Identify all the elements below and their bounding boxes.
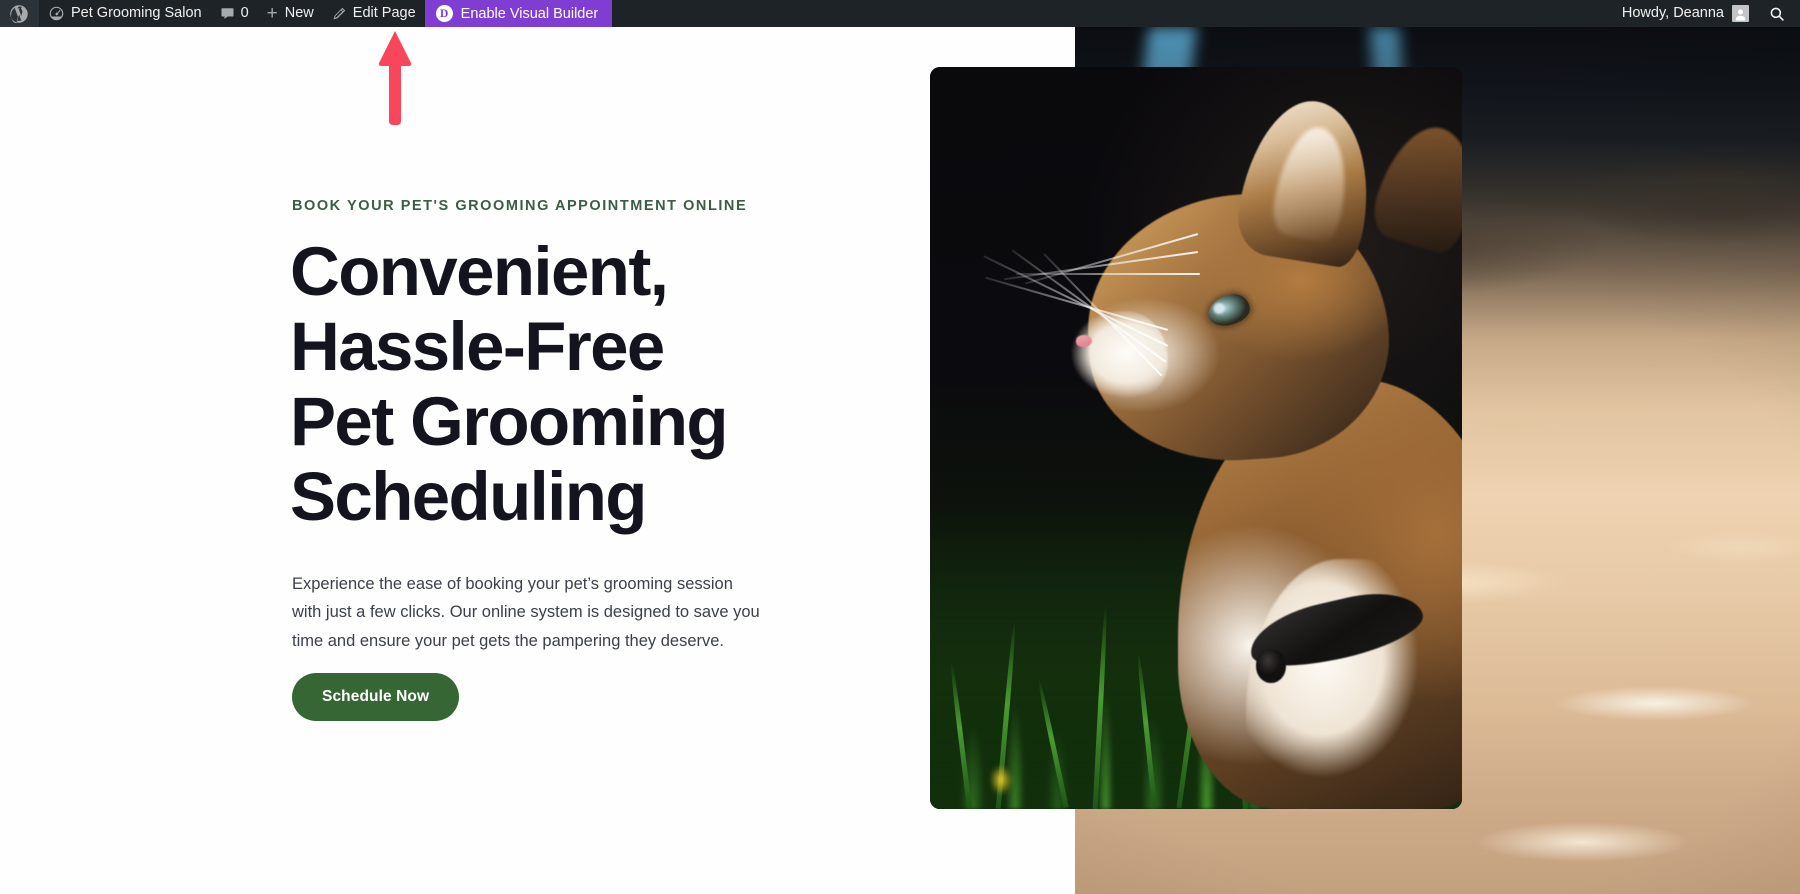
cat-portrait-photo	[930, 67, 1462, 809]
browser-page: BOOK YOUR PET'S GROOMING APPOINTMENT ONL…	[0, 0, 1800, 894]
pencil-icon	[332, 6, 347, 21]
enable-visual-builder-label: Enable Visual Builder	[460, 5, 599, 22]
wordpress-logo-icon	[9, 4, 29, 24]
hero-white-panel-bottom	[0, 770, 1075, 894]
wp-admin-bar: Pet Grooming Salon 0 + New Edit Page D E…	[0, 0, 1800, 27]
wordpress-logo-button[interactable]	[0, 0, 39, 27]
edit-page-link[interactable]: Edit Page	[323, 0, 425, 27]
dashboard-speedometer-icon	[48, 5, 65, 22]
schedule-now-button[interactable]: Schedule Now	[292, 673, 460, 721]
divi-logo-icon: D	[435, 5, 453, 22]
comment-bubble-icon	[220, 6, 235, 21]
dandelion-flower	[990, 765, 1012, 795]
edit-page-label: Edit Page	[352, 5, 416, 22]
cat-subject	[983, 83, 1462, 809]
comments-menu[interactable]: 0	[211, 0, 258, 27]
howdy-label: Howdy, Deanna	[1621, 5, 1724, 22]
cat-collar-bell	[1256, 649, 1286, 683]
new-label: New	[284, 5, 314, 22]
admin-bar-spacer	[612, 0, 1610, 27]
comments-count: 0	[240, 5, 249, 22]
cat-whisker	[1016, 273, 1200, 275]
hero-paragraph: Experience the ease of booking your pet’…	[292, 575, 760, 650]
site-name-label: Pet Grooming Salon	[71, 5, 202, 22]
cat-photo-scene	[930, 67, 1462, 809]
page-title: Convenient, Hassle-Free Pet Grooming Sch…	[290, 233, 729, 535]
hero-eyebrow: BOOK YOUR PET'S GROOMING APPOINTMENT ONL…	[292, 198, 748, 214]
avatar	[1732, 5, 1749, 22]
new-content-menu[interactable]: + New	[258, 0, 323, 27]
account-menu[interactable]: Howdy, Deanna	[1610, 0, 1759, 27]
enable-visual-builder-button[interactable]: D Enable Visual Builder	[424, 0, 613, 27]
site-name-menu[interactable]: Pet Grooming Salon	[39, 0, 211, 27]
search-icon	[1769, 6, 1785, 22]
admin-bar-right-group: Howdy, Deanna	[1610, 0, 1800, 27]
search-toggle-button[interactable]	[1759, 0, 1800, 27]
hero-media-area	[0, 27, 1800, 894]
plus-icon: +	[266, 3, 278, 24]
cat-far-ear	[1366, 116, 1462, 258]
